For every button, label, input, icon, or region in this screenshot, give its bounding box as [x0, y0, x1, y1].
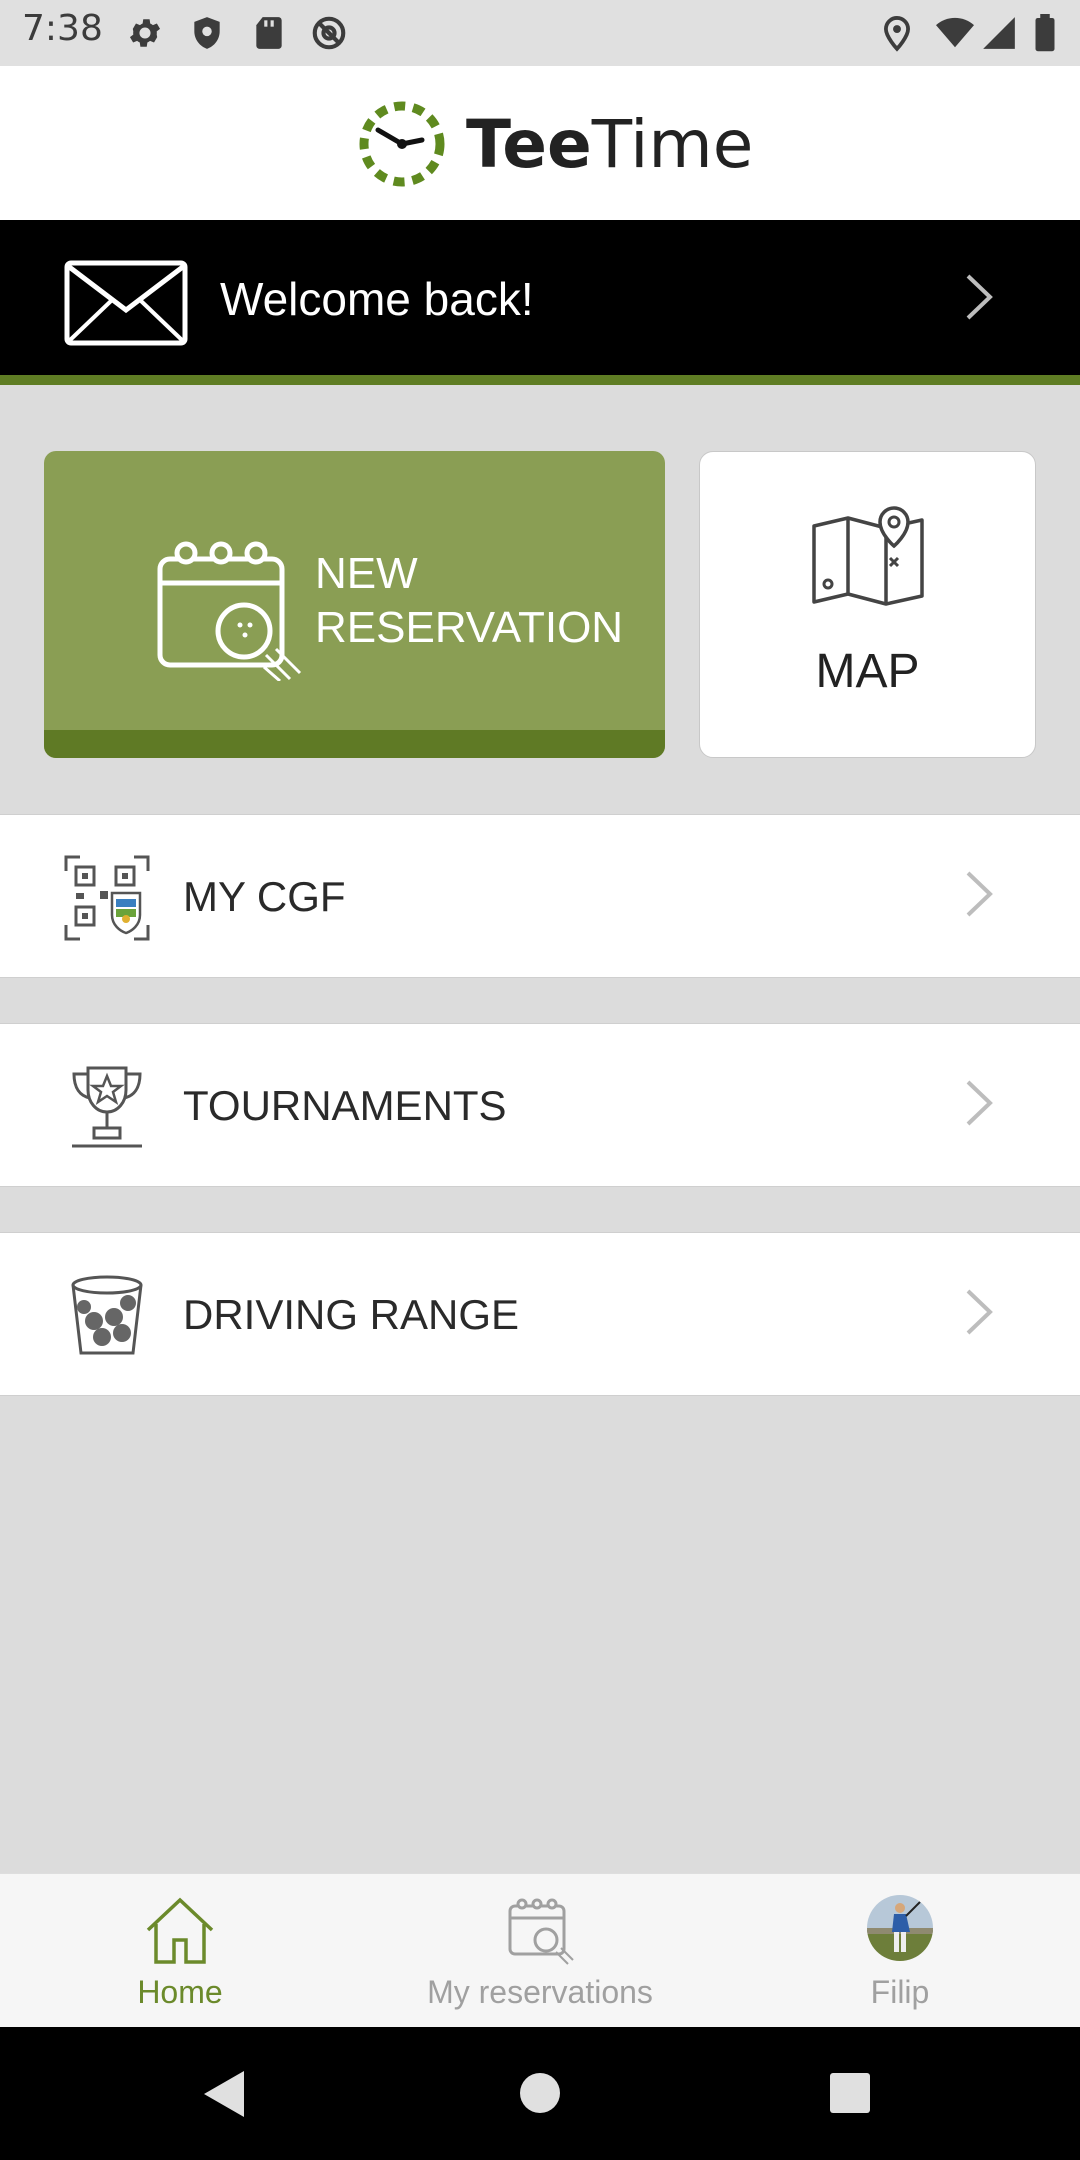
menu-item-driving-range[interactable]: DRIVING RANGE: [0, 1232, 1080, 1396]
battery-icon: [1035, 14, 1055, 52]
tab-home-label: Home: [137, 1974, 223, 2010]
status-time: 7:38: [22, 8, 103, 49]
gear-icon: [129, 19, 161, 47]
menu-item-my-cgf[interactable]: MY CGF: [0, 814, 1080, 978]
welcome-text: Welcome back!: [220, 273, 534, 325]
location-pin-icon: [884, 16, 910, 52]
new-reservation-line1: NEW: [315, 549, 418, 598]
tab-profile[interactable]: Filip: [780, 1874, 1020, 2028]
new-reservation-button[interactable]: NEW RESERVATION: [44, 451, 665, 758]
menu-label-tournaments: TOURNAMENTS: [183, 1082, 507, 1129]
chevron-right-icon: [966, 871, 993, 917]
at-sign-icon: [312, 16, 346, 50]
avatar: [867, 1895, 933, 1961]
tile-bottom-bar: [44, 730, 665, 758]
clock-icon: [359, 101, 445, 187]
wifi-icon: [936, 17, 974, 48]
logo-text-bold: Tee: [466, 106, 592, 183]
mail-icon: [64, 260, 188, 346]
ball-bucket-icon: [71, 1275, 143, 1355]
tab-profile-label: Filip: [870, 1974, 930, 2010]
map-label: MAP: [815, 645, 920, 698]
trophy-icon: [72, 1066, 142, 1148]
recents-icon[interactable]: [828, 2071, 872, 2115]
menu-item-tournaments[interactable]: TOURNAMENTS: [0, 1023, 1080, 1187]
home-nav-icon[interactable]: [518, 2071, 562, 2115]
new-reservation-label: NEW RESERVATION: [315, 547, 635, 655]
qr-badge-icon: [64, 855, 150, 941]
app-header: TeeTime: [0, 66, 1080, 220]
status-bar: 7:38: [0, 0, 1080, 66]
map-pin-icon: [812, 506, 924, 606]
new-reservation-line2: RESERVATION: [315, 603, 624, 652]
system-nav-bar: [0, 2027, 1080, 2160]
chevron-right-icon: [966, 1080, 993, 1126]
chevron-right-icon: [966, 1289, 993, 1335]
cell-signal-icon: [983, 17, 1015, 49]
tab-my-reservations[interactable]: My reservations: [380, 1874, 700, 2028]
home-icon: [146, 1897, 214, 1964]
tab-my-reservations-label: My reservations: [427, 1974, 653, 2010]
menu-label-driving-range: DRIVING RANGE: [183, 1291, 520, 1338]
map-button[interactable]: MAP: [699, 451, 1036, 758]
logo-text-regular: Time: [591, 106, 754, 183]
chevron-right-icon: [966, 274, 993, 320]
sd-card-icon: [256, 17, 282, 49]
calendar-golf-icon: [508, 1898, 574, 1965]
logo-text: TeeTime: [466, 106, 753, 183]
bottom-tab-bar: Home My reservations Filip: [0, 1873, 1080, 2027]
back-icon[interactable]: [202, 2069, 246, 2119]
shield-icon: [194, 17, 220, 49]
teetime-logo: TeeTime: [358, 96, 753, 192]
tab-home[interactable]: Home: [60, 1874, 300, 2028]
menu-label-my-cgf: MY CGF: [183, 873, 346, 920]
welcome-banner[interactable]: Welcome back!: [0, 220, 1080, 385]
calendar-golf-icon: [157, 541, 302, 681]
